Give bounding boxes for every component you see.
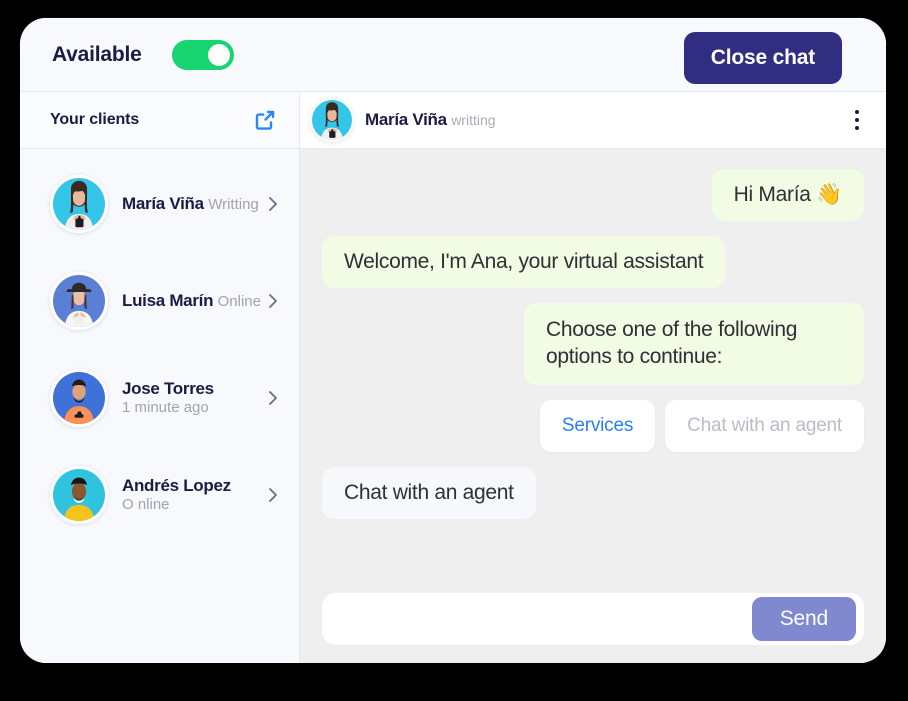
conversation-header: María Viña writting: [300, 92, 886, 149]
share-external-link-icon[interactable]: [253, 108, 277, 132]
toggle-knob-icon: [207, 43, 230, 66]
list-item[interactable]: Jose Torres 1 minute ago: [20, 349, 299, 446]
avatar-luisa-marin: [50, 271, 108, 330]
client-name: Andrés Lopez: [122, 475, 231, 495]
list-item-meta: Andrés Lopez O nline: [108, 476, 265, 514]
avatar-andres-lopez: [50, 465, 108, 524]
avatar-maria-vina: [50, 174, 108, 233]
chevron-right-icon[interactable]: [265, 193, 281, 215]
client-name: Jose Torres: [122, 378, 214, 398]
contact-name: María Viña: [365, 110, 447, 129]
send-button[interactable]: Send: [751, 597, 856, 641]
quick-reply-services[interactable]: Services: [539, 399, 656, 452]
top-bar: Available Close chat: [20, 18, 886, 92]
client-name: Luisa Marín: [122, 290, 214, 310]
chevron-right-icon[interactable]: [265, 387, 281, 409]
availability-toggle[interactable]: [171, 39, 234, 70]
chat-widget-card: Available Close chat Your clients María …: [20, 18, 886, 663]
kebab-menu-icon[interactable]: [848, 106, 866, 134]
conversation-panel: María Viña writting Hi María 👋 Welcome, …: [300, 92, 886, 663]
avatar-maria-vina: [310, 98, 354, 142]
availability-label: Available: [52, 42, 142, 66]
sidebar-title: Your clients: [50, 111, 140, 128]
message-row: Chat with an agent: [322, 466, 864, 519]
screenshot-stage: Available Close chat Your clients María …: [0, 0, 908, 701]
list-item[interactable]: Luisa Marín Online: [20, 252, 299, 349]
quick-reply-row: Services Chat with an agent: [322, 399, 864, 452]
message-bubble: Choose one of the following options to c…: [524, 303, 864, 385]
list-item-meta: Jose Torres 1 minute ago: [108, 379, 265, 417]
message-composer: Send: [300, 585, 886, 663]
conversation-contact: María Viña writting: [354, 110, 848, 130]
widget-body: Your clients María Viña Writting Luisa M…: [20, 92, 886, 663]
message-row: Hi María 👋: [322, 169, 864, 221]
message-input[interactable]: [338, 608, 752, 630]
client-status: Online: [217, 292, 261, 310]
list-item-meta: Luisa Marín Online: [108, 291, 265, 311]
clients-sidebar: Your clients María Viña Writting Luisa M…: [20, 92, 300, 663]
close-chat-button[interactable]: Close chat: [683, 32, 842, 84]
message-bubble: Chat with an agent: [322, 466, 536, 519]
client-status: O nline: [122, 495, 170, 513]
list-item[interactable]: Andrés Lopez O nline: [20, 446, 299, 543]
avatar-jose-torres: [50, 368, 108, 427]
message-list: Hi María 👋 Welcome, I'm Ana, your virtua…: [300, 149, 886, 585]
message-row: Choose one of the following options to c…: [322, 303, 864, 385]
message-row: Welcome, I'm Ana, your virtual assistant: [322, 236, 864, 288]
list-item-meta: María Viña Writting: [108, 194, 265, 214]
client-name: María Viña: [122, 193, 204, 213]
client-status: 1 minute ago: [122, 398, 209, 416]
message-bubble: Hi María 👋: [711, 169, 864, 221]
composer-inner: Send: [322, 593, 864, 645]
list-item[interactable]: María Viña Writting: [20, 155, 299, 252]
quick-reply-chat-with-an-agent[interactable]: Chat with an agent: [665, 399, 864, 452]
chevron-right-icon[interactable]: [265, 290, 281, 312]
contact-status: writting: [451, 112, 496, 128]
message-bubble: Welcome, I'm Ana, your virtual assistant: [322, 236, 726, 288]
client-status: Writting: [208, 195, 259, 213]
sidebar-header: Your clients: [20, 92, 299, 149]
chevron-right-icon[interactable]: [265, 484, 281, 506]
client-list: María Viña Writting Luisa Marín Online J…: [20, 149, 299, 663]
